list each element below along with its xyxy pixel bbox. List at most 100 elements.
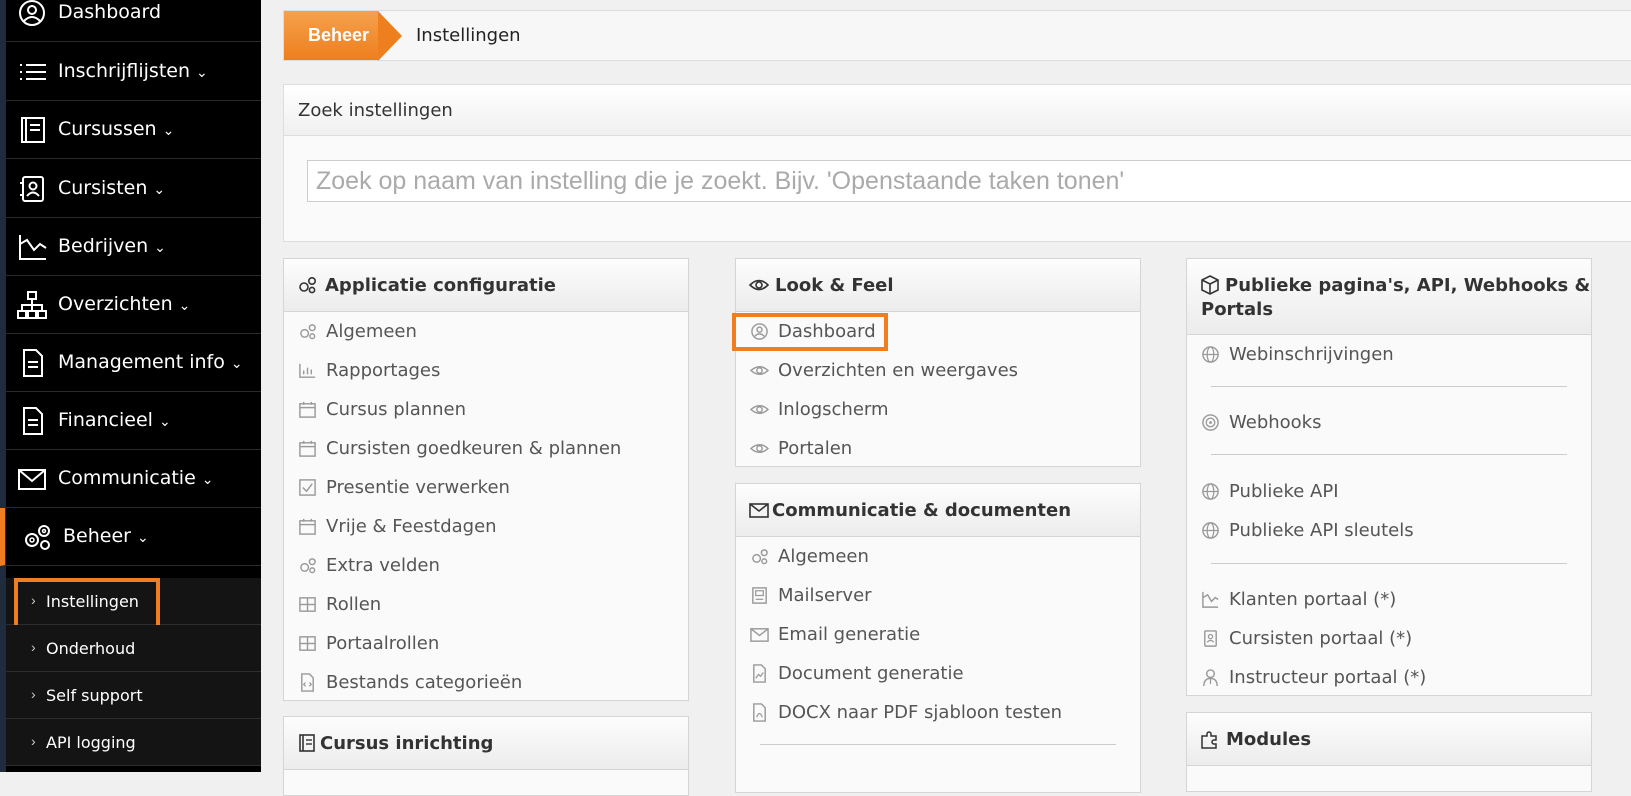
sidebar-subitem-label: Self support bbox=[46, 686, 143, 705]
settings-link-label: Email generatie bbox=[778, 624, 921, 645]
book-icon bbox=[299, 734, 315, 752]
chart-area-icon bbox=[1202, 591, 1219, 608]
target-icon bbox=[1202, 414, 1219, 431]
settings-link-docx-pdf[interactable]: DOCX naar PDF sjabloon testen bbox=[736, 694, 1140, 732]
settings-link-portaalrollen[interactable]: Portaalrollen bbox=[284, 625, 688, 663]
user-circle-icon bbox=[19, 0, 45, 26]
settings-link-email-generatie[interactable]: Email generatie bbox=[736, 616, 1140, 654]
server-icon bbox=[752, 587, 767, 604]
settings-link-portalen[interactable]: Portalen bbox=[736, 430, 1140, 468]
sidebar-item-dashboard[interactable]: Dashboard bbox=[6, 0, 261, 42]
settings-link-publieke-api[interactable]: Publieke API bbox=[1187, 473, 1591, 511]
calendar-icon bbox=[299, 401, 316, 418]
sidebar-item-label: Communicatie bbox=[58, 467, 196, 489]
card-communicatie-documenten: Communicatie & documenten Algemeen Mails… bbox=[735, 483, 1141, 793]
chevron-right-icon: › bbox=[31, 733, 36, 749]
card-title: Applicatie configuratie bbox=[325, 275, 557, 296]
settings-link-label: Publieke API bbox=[1229, 481, 1339, 502]
settings-link-inlogscherm[interactable]: Inlogscherm bbox=[736, 391, 1140, 429]
chart-area-icon bbox=[19, 235, 47, 260]
calendar-icon bbox=[299, 440, 316, 457]
gears-icon bbox=[25, 525, 50, 550]
settings-link-label: Mailserver bbox=[778, 585, 872, 606]
settings-link-label: DOCX naar PDF sjabloon testen bbox=[778, 702, 1063, 723]
settings-link-cursisten-portaal[interactable]: Cursisten portaal (*) bbox=[1187, 620, 1591, 658]
book-icon bbox=[21, 117, 45, 143]
settings-link-cursisten-goedkeuren[interactable]: Cursisten goedkeuren & plannen bbox=[284, 430, 688, 468]
search-panel-title: Zoek instellingen bbox=[298, 100, 453, 121]
envelope-icon bbox=[749, 503, 769, 518]
settings-link-algemeen[interactable]: Algemeen bbox=[284, 313, 688, 351]
sidebar-item-communicatie[interactable]: Communicatie ⌄ bbox=[6, 450, 261, 508]
card-cursus-inrichting: Cursus inrichting bbox=[283, 716, 689, 796]
sidebar-subitem-api-logging[interactable]: › API logging bbox=[6, 719, 261, 766]
settings-link-rapportages[interactable]: Rapportages bbox=[284, 352, 688, 390]
divider bbox=[1211, 454, 1567, 455]
settings-link-label: Extra velden bbox=[326, 555, 440, 576]
card-title: Cursus inrichting bbox=[320, 733, 494, 754]
sidebar-item-label: Beheer bbox=[63, 525, 131, 547]
divider bbox=[1211, 563, 1567, 564]
sidebar-item-overzichten[interactable]: Overzichten ⌄ bbox=[6, 276, 261, 334]
settings-link-cursus-plannen[interactable]: Cursus plannen bbox=[284, 391, 688, 429]
table-icon bbox=[299, 597, 316, 612]
sidebar-item-label: Dashboard bbox=[58, 1, 162, 23]
eye-icon bbox=[750, 443, 769, 454]
puzzle-icon bbox=[1201, 731, 1217, 749]
settings-link-vrije-feestdagen[interactable]: Vrije & Feestdagen bbox=[284, 508, 688, 546]
sidebar-subitem-self-support[interactable]: › Self support bbox=[6, 672, 261, 719]
settings-link-webhooks[interactable]: Webhooks bbox=[1187, 404, 1591, 442]
file-code-icon bbox=[301, 673, 314, 692]
search-input[interactable] bbox=[307, 160, 1631, 202]
eye-icon bbox=[749, 279, 769, 291]
sidebar-subitem-label: API logging bbox=[46, 733, 136, 752]
sidebar-item-inschrijflijsten[interactable]: Inschrijflijsten ⌄ bbox=[6, 43, 261, 101]
chevron-down-icon: ⌄ bbox=[158, 414, 171, 430]
sidebar-subitem-onderhoud[interactable]: › Onderhoud bbox=[6, 625, 261, 672]
chevron-down-icon: ⌄ bbox=[162, 123, 175, 139]
settings-link-label: Portaalrollen bbox=[326, 633, 440, 654]
sidebar-item-cursisten[interactable]: Cursisten ⌄ bbox=[6, 160, 261, 218]
settings-link-instructeur-portaal[interactable]: Instructeur portaal (*) bbox=[1187, 659, 1591, 697]
sidebar-item-beheer[interactable]: Beheer ⌄ bbox=[0, 508, 261, 566]
sitemap-icon bbox=[17, 291, 47, 319]
gears-icon bbox=[300, 558, 316, 574]
settings-link-klanten-portaal[interactable]: Klanten portaal (*) bbox=[1187, 581, 1591, 619]
calendar-icon bbox=[299, 518, 316, 535]
settings-link-presentie-verwerken[interactable]: Presentie verwerken bbox=[284, 469, 688, 507]
gears-icon bbox=[300, 324, 316, 340]
highlight-box bbox=[732, 313, 888, 351]
settings-link-mailserver[interactable]: Mailserver bbox=[736, 577, 1140, 615]
settings-link-rollen[interactable]: Rollen bbox=[284, 586, 688, 624]
chevron-down-icon: ⌄ bbox=[178, 298, 191, 314]
settings-link-label: Rapportages bbox=[326, 360, 441, 381]
cube-icon bbox=[1201, 275, 1219, 295]
sidebar-item-financieel[interactable]: Financieel ⌄ bbox=[6, 392, 261, 450]
settings-link-bestands-categorieen[interactable]: Bestands categorieën bbox=[284, 664, 688, 702]
breadcrumb-beheer[interactable]: Beheer bbox=[284, 11, 378, 60]
sidebar-item-management-info[interactable]: Management info ⌄ bbox=[6, 334, 261, 392]
settings-link-label: Inlogscherm bbox=[778, 399, 889, 420]
settings-link-label: Rollen bbox=[326, 594, 382, 615]
chevron-down-icon: ⌄ bbox=[230, 356, 243, 372]
gears-icon bbox=[299, 276, 317, 294]
settings-link-label: Portalen bbox=[778, 438, 853, 459]
settings-link-document-generatie[interactable]: Document generatie bbox=[736, 655, 1140, 693]
settings-link-webinschrijvingen[interactable]: Webinschrijvingen bbox=[1187, 336, 1591, 374]
checkbox-icon bbox=[299, 479, 316, 496]
card-title: Communicatie & documenten bbox=[772, 500, 1072, 521]
chevron-down-icon: ⌄ bbox=[153, 182, 166, 198]
chevron-down-icon: ⌄ bbox=[154, 240, 166, 256]
sidebar-item-cursussen[interactable]: Cursussen ⌄ bbox=[6, 101, 261, 159]
search-panel: Zoek instellingen bbox=[283, 84, 1631, 242]
contact-book-icon bbox=[1204, 630, 1217, 647]
divider bbox=[760, 744, 1116, 745]
settings-link-overzichten-weergaves[interactable]: Overzichten en weergaves bbox=[736, 352, 1140, 390]
globe-icon bbox=[1202, 483, 1219, 500]
sidebar-item-bedrijven[interactable]: Bedrijven ⌄ bbox=[6, 218, 261, 276]
settings-link-extra-velden[interactable]: Extra velden bbox=[284, 547, 688, 585]
settings-link-publieke-api-sleutels[interactable]: Publieke API sleutels bbox=[1187, 512, 1591, 550]
settings-link-comm-algemeen[interactable]: Algemeen bbox=[736, 538, 1140, 576]
eye-icon bbox=[750, 365, 769, 376]
sidebar: Dashboard Inschrijflijsten ⌄ Cursussen ⌄ C… bbox=[0, 0, 261, 772]
